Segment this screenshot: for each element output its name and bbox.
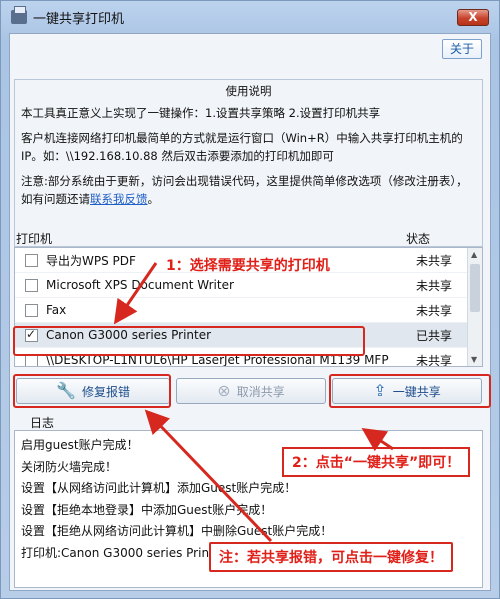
cancel-circle-icon: ⊗ (217, 381, 231, 400)
printer-checkbox[interactable] (25, 278, 38, 292)
app-window: 一键共享打印机 X 关于 使用说明 本工具真正意义上实现了一键操作：1.设置共享… (0, 0, 500, 599)
scroll-up-icon[interactable]: ▲ (471, 250, 477, 259)
client-area: 关于 使用说明 本工具真正意义上实现了一键操作：1.设置共享策略 2.设置打印机… (9, 33, 491, 591)
printer-name: Fax (46, 303, 67, 317)
step2-callout: 2：点击“一键共享”即可！ (282, 447, 471, 477)
instructions-note-end: 。 (147, 192, 160, 206)
printer-row[interactable]: Microsoft XPS Document Writer 未共享 (15, 273, 482, 298)
instructions-title: 使用说明 (225, 84, 272, 98)
note-callout: 注：若共享报错，可点击一键修复！ (209, 542, 453, 572)
cancel-share-button-label: 取消共享 (236, 384, 285, 399)
printer-checkbox[interactable] (25, 253, 38, 267)
scroll-down-icon[interactable]: ▼ (471, 355, 477, 364)
instructions-panel: 使用说明 本工具真正意义上实现了一键操作：1.设置共享策略 2.设置打印机共享 … (14, 79, 483, 247)
cancel-share-button[interactable]: ⊗ 取消共享 (176, 378, 326, 404)
repair-button-highlight (13, 374, 171, 408)
instructions-note: 注意:部分系统由于更新，访问会出现错误代码，这里提供简单修改选项（修改注册表），… (21, 172, 476, 208)
log-line: 设置【拒绝本地登录】中添加Guest账户完成！ (21, 502, 273, 517)
instructions-step-text: 本工具真正意义上实现了一键操作：1.设置共享策略 2.设置打印机共享 (21, 106, 381, 120)
selected-printer-highlight (13, 326, 365, 356)
printer-checkbox[interactable] (25, 303, 38, 317)
about-button[interactable]: 关于 (442, 39, 482, 59)
column-status[interactable]: 状态 (406, 230, 472, 247)
log-line: 设置【从网络访问此计算机】添加Guest账户完成！ (21, 481, 297, 495)
share-button-highlight (329, 374, 491, 408)
window-title: 一键共享打印机 (33, 11, 125, 27)
scroll-thumb[interactable] (470, 264, 480, 312)
feedback-link[interactable]: 联系我反馈 (90, 192, 148, 206)
printer-name: Microsoft XPS Document Writer (46, 278, 234, 292)
close-button[interactable]: X (457, 9, 489, 26)
log-label: 日志 (30, 416, 55, 430)
printer-icon (11, 6, 27, 24)
instructions-note-text: 注意:部分系统由于更新，访问会出现错误代码，这里提供简单修改选项（修改注册表），… (21, 174, 468, 206)
instructions-ip-text: 客户机连接网络打印机最简单的方式就是运行窗口（Win+R）中输入共享打印机主机的… (21, 131, 463, 163)
printer-list-header: 打印机 状态 (14, 228, 472, 248)
column-printer[interactable]: 打印机 (14, 230, 406, 247)
log-line: 设置【拒绝从网络访问此计算机】中删除Guest账户完成！ (21, 524, 333, 538)
title-bar: 一键共享打印机 X (1, 1, 499, 33)
printer-row[interactable]: Fax 未共享 (15, 298, 482, 323)
step1-callout: 1：选择需要共享的打印机 (166, 258, 330, 274)
printer-list-scrollbar[interactable]: ▲ ▼ (467, 248, 482, 366)
